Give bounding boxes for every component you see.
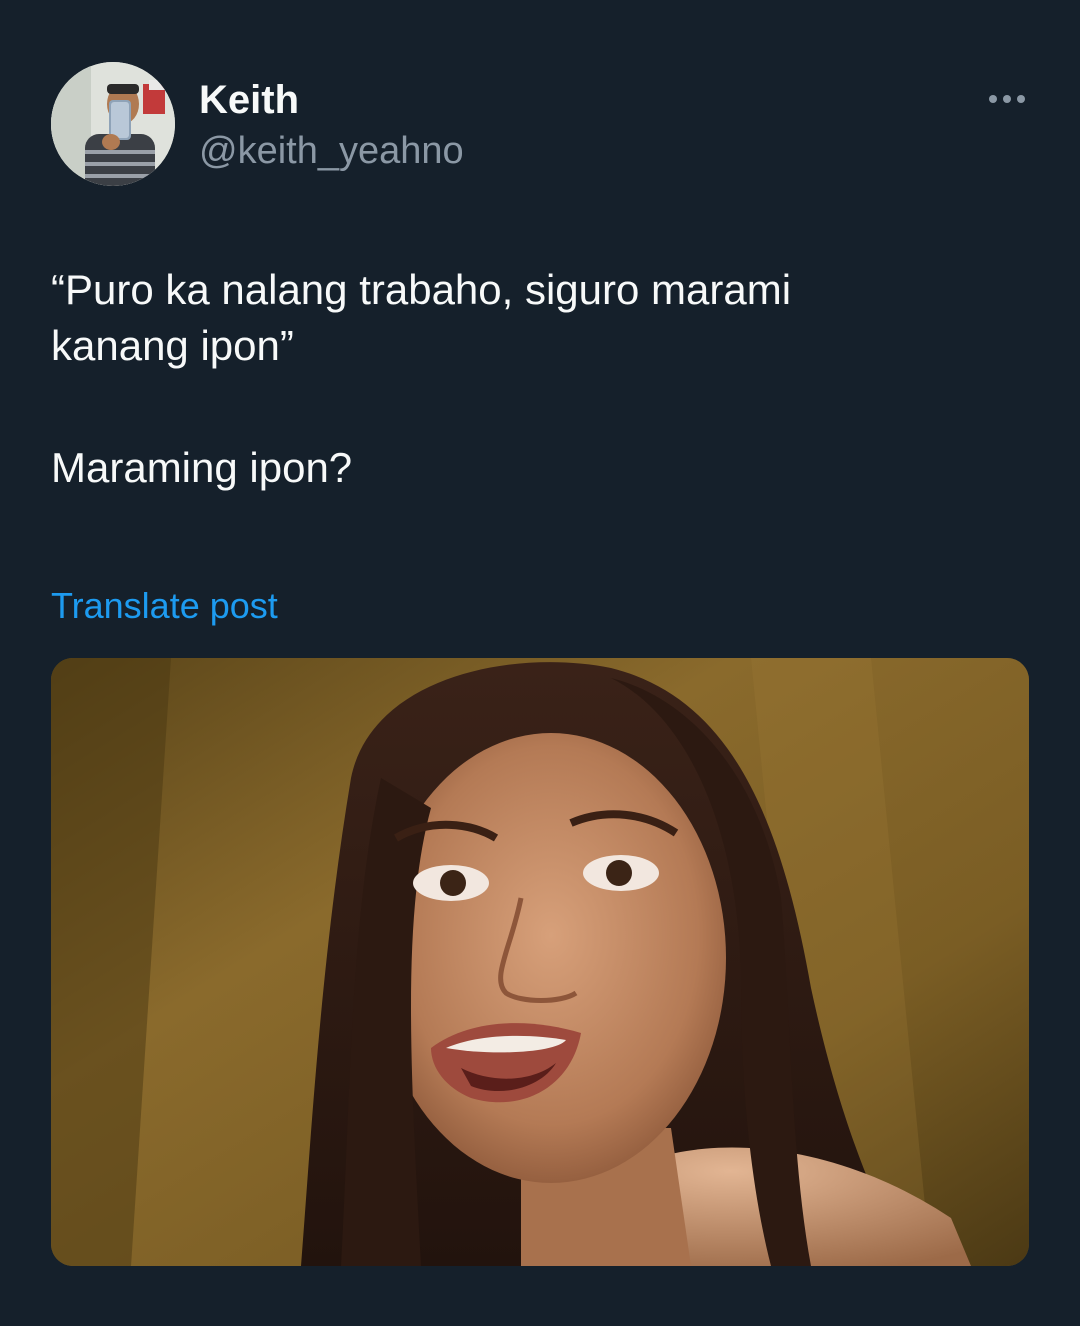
avatar[interactable] [51,62,175,186]
avatar-photo [51,62,175,186]
author-handle[interactable]: @keith_yeahno [199,128,464,174]
more-options-button[interactable] [982,84,1032,114]
post-media-image[interactable] [51,658,1029,1266]
author-display-name[interactable]: Keith [199,76,299,124]
post-text: “Puro ka nalang trabaho, siguro marami k… [51,262,1011,496]
media-photo [51,658,1029,1266]
post-text-question: Maraming ipon? [51,444,353,491]
translate-post-link[interactable]: Translate post [51,584,278,628]
ellipsis-icon [989,95,1025,103]
post-container: Keith @keith_yeahno “Puro ka nalang trab… [0,0,1080,1326]
post-text-quote: “Puro ka nalang trabaho, siguro marami k… [51,266,792,369]
